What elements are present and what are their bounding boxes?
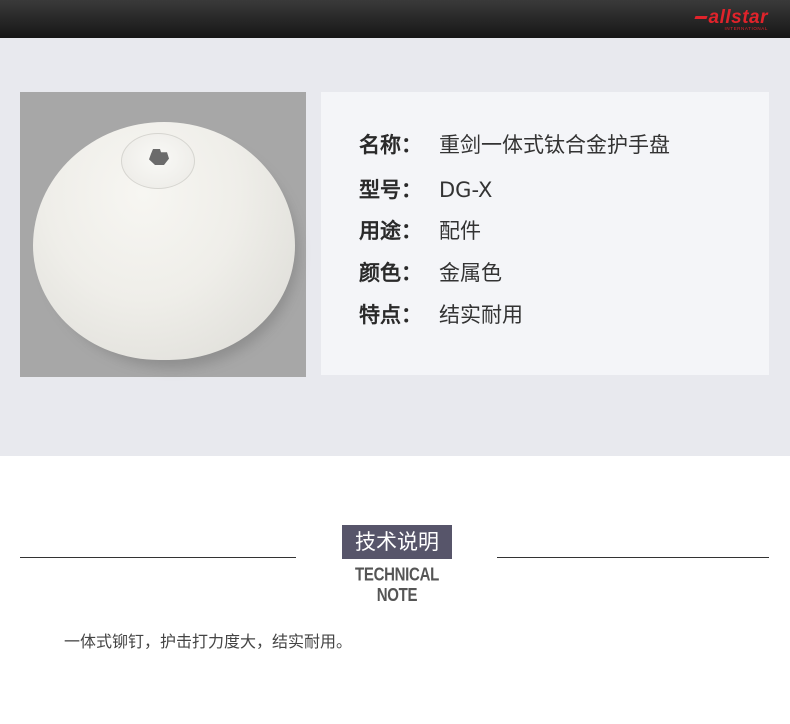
spec-value: 重剑一体式钛合金护手盘 [439, 133, 670, 157]
section-subtitle: TECHNICAL NOTE [355, 565, 439, 606]
spec-value: DG-X [439, 178, 493, 202]
spec-value: 结实耐用 [439, 303, 523, 327]
spec-row-model: 型号： DG-X [359, 176, 492, 204]
spec-label: 用途： [359, 219, 422, 243]
spec-label: 颜色： [359, 261, 422, 285]
divider-left [20, 557, 296, 558]
spec-row-name: 名称： 重剑一体式钛合金护手盘 [359, 131, 670, 159]
brand-name: allstar [708, 7, 768, 28]
section-title: 技术说明 [342, 525, 452, 559]
divider-right [497, 557, 769, 558]
technical-description: 一体式铆钉，护击打力度大，结实耐用。 [64, 632, 353, 651]
logo-swoosh-icon [693, 16, 708, 20]
spec-value: 金属色 [439, 261, 502, 285]
allstar-logo[interactable]: allstar INTERNATIONAL [693, 7, 768, 33]
brand-subtitle: INTERNATIONAL [724, 26, 768, 31]
top-header-bar: allstar INTERNATIONAL [0, 0, 790, 38]
spec-label: 名称： [359, 133, 422, 157]
spec-label: 型号： [359, 178, 422, 202]
spec-value: 配件 [439, 219, 481, 243]
spec-label: 特点： [359, 303, 422, 327]
spec-row-usage: 用途： 配件 [359, 217, 481, 245]
spec-row-color: 颜色： 金属色 [359, 259, 502, 287]
spec-row-feature: 特点： 结实耐用 [359, 301, 523, 329]
